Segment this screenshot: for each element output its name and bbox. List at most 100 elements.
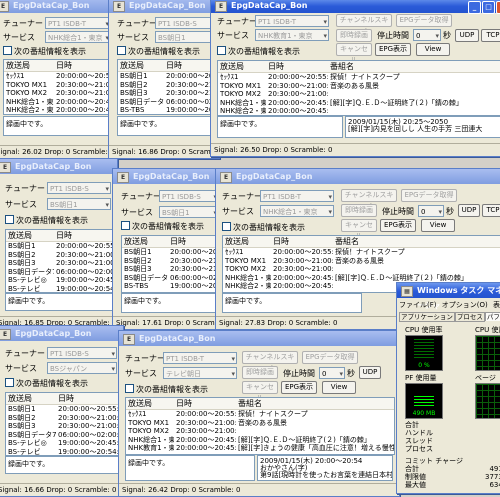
- list-item[interactable]: BS朝日220:30:00～21:00:00: [6, 414, 120, 423]
- list-item[interactable]: BS朝日データ75...06:00:00～02:00:00: [122, 274, 223, 283]
- timeshift-button[interactable]: 即時録画: [341, 204, 377, 217]
- list-item[interactable]: BS朝日120:00:00～20:55:00: [122, 248, 223, 257]
- service-list[interactable]: 放送局 日時 番組名 ｾｯｸｽ120:00:00～20:55:00探偵！ナイトスクー…: [125, 397, 395, 455]
- channel-scan-button[interactable]: チャンネルスキャン: [336, 14, 392, 35]
- list-item[interactable]: BS朝日220:30:00～21:00:00: [118, 81, 219, 90]
- channel-scan-button[interactable]: チャンネルスキャン: [242, 351, 298, 372]
- next-program-checkbox[interactable]: 次の番組情報を表示: [5, 378, 88, 389]
- menu-options[interactable]: オプション(O): [442, 301, 488, 309]
- service-list[interactable]: 放送局 日時 ｾｯｸｽ120:00:00～20:55:00 TOKYO MX120…: [3, 59, 113, 115]
- next-program-checkbox[interactable]: 次の番組情報を表示: [222, 222, 305, 233]
- tuner-select[interactable]: PT1 ISDB-T: [163, 352, 237, 365]
- maximize-icon[interactable]: □: [482, 1, 495, 14]
- list-item[interactable]: TOKYO MX120:30:00～21:00:00音楽のある風景: [126, 419, 394, 428]
- service-select[interactable]: テレビ朝日: [163, 367, 237, 380]
- udp-button[interactable]: UDP: [458, 204, 480, 217]
- cancel-button[interactable]: キャンセル: [242, 381, 278, 402]
- tuner-select[interactable]: PT1 ISDB-S: [47, 182, 111, 195]
- cancel-button[interactable]: キャンセル: [341, 219, 377, 240]
- cancel-button[interactable]: キャンセル: [336, 43, 372, 64]
- list-item[interactable]: TOKYO MX120:30:00～21:00:00音楽のある風景: [218, 82, 500, 91]
- tuner-select[interactable]: PT1 ISDB-T: [45, 17, 111, 30]
- service-list[interactable]: 放送局 日時 BS朝日120:00:00～20:55:00 BS朝日220:30:…: [121, 235, 223, 293]
- epg-view-button[interactable]: EPG表示: [375, 43, 411, 56]
- view-button[interactable]: View: [421, 219, 455, 232]
- list-item[interactable]: BS朝日120:00:00～20:55:00: [118, 72, 219, 81]
- tuner-select[interactable]: PT1 ISDB-S: [159, 190, 219, 203]
- list-item[interactable]: NHK総合2・東京20:00:00～20:45:00: [218, 107, 500, 115]
- list-item[interactable]: NHK総合2・東京20:00:00～20:45:00: [4, 106, 113, 114]
- list-item[interactable]: ｾｯｸｽ120:00:00～20:55:00探偵！ナイトスクープ: [223, 248, 500, 257]
- list-item[interactable]: TOKYO MX120:30:00～21:00:00音楽のある風景: [223, 257, 500, 266]
- tuner-select[interactable]: PT1 ISDB-S: [47, 347, 117, 360]
- title-bar[interactable]: E EpgDataCap_Bon: [119, 331, 399, 346]
- epg-get-button[interactable]: EPGデータ取得: [302, 351, 358, 364]
- list-item[interactable]: BS朝日データ75...06:00:00～02:00:00: [6, 268, 114, 277]
- list-item[interactable]: BS-テレビ19:00:00～20:54:00: [6, 448, 120, 456]
- next-program-checkbox[interactable]: 次の番組情報を表示: [117, 46, 200, 57]
- service-list[interactable]: 放送局 日時 BS朝日120:00:00～20:55:00 BS朝日220:30:…: [5, 392, 121, 456]
- tab-applications[interactable]: アプリケーション: [399, 312, 455, 322]
- title-bar[interactable]: E EpgDataCap_Bon: [109, 0, 219, 13]
- list-item[interactable]: BS-TBS19:00:00～20:45:00: [122, 282, 223, 291]
- stop-time-input[interactable]: 0: [319, 367, 345, 380]
- list-item[interactable]: BS朝日320:30:00～21:00:00: [6, 259, 114, 268]
- list-item[interactable]: ｾｯｸｽ120:00:00～20:55:00探偵！ナイトスクープ: [218, 73, 500, 82]
- tuner-select[interactable]: PT1 ISDB-S: [155, 17, 217, 30]
- list-item[interactable]: NHK教育1・東京20:00:00～20:45:00[解][字]きょうの健康「高…: [126, 444, 394, 453]
- list-item[interactable]: NHK総合1・東京20:00:00～20:45:00[解][字]Ｑ.Ｅ.Ｄ～証明…: [126, 436, 394, 445]
- view-button[interactable]: View: [322, 381, 356, 394]
- list-item[interactable]: ｾｯｸｽ120:00:00～20:55:00: [4, 72, 113, 81]
- timeshift-button[interactable]: 即時録画: [336, 29, 372, 42]
- list-item[interactable]: NHK総合1・東京20:00:00～20:45:00[解][字]Ｑ.Ｅ.Ｄ～証明…: [218, 99, 500, 108]
- list-item[interactable]: BS朝日120:00:00～20:55:00: [6, 242, 114, 251]
- list-item[interactable]: TOKYO MX120:30:00～21:00:00: [4, 81, 113, 90]
- epg-view-button[interactable]: EPG表示: [380, 219, 416, 232]
- tuner-select[interactable]: PT1 ISDB-T: [260, 190, 334, 203]
- channel-scan-button[interactable]: チャンネルスキャン: [341, 189, 397, 210]
- tcp-button[interactable]: TCP: [481, 29, 500, 42]
- service-select[interactable]: BS朝日1: [159, 206, 219, 219]
- service-select[interactable]: NHK総合1・東京: [45, 31, 111, 44]
- title-bar[interactable]: E EpgDataCap_Bon: [0, 0, 113, 13]
- list-item[interactable]: BS-テレビ◎19:00:00～20:45:00: [6, 439, 120, 448]
- next-program-checkbox[interactable]: 次の番組情報を表示: [217, 46, 300, 57]
- udp-button[interactable]: UDP: [359, 366, 381, 379]
- list-item[interactable]: BS朝日220:30:00～21:00:00: [122, 257, 223, 266]
- epg-get-button[interactable]: EPGデータ取得: [401, 189, 457, 202]
- epg-view-button[interactable]: EPG表示: [281, 381, 317, 394]
- list-item[interactable]: BS朝日220:30:00～21:00:00: [6, 251, 114, 260]
- list-item[interactable]: BS-テレビ◎19:00:00～20:45:00: [6, 276, 114, 285]
- next-program-checkbox[interactable]: 次の番組情報を表示: [5, 215, 88, 226]
- service-select[interactable]: BS朝日1: [47, 198, 111, 211]
- list-item[interactable]: BS-TBS19:00:00～20:45:00: [118, 106, 219, 114]
- view-button[interactable]: View: [416, 43, 450, 56]
- epg-get-button[interactable]: EPGデータ取得: [396, 14, 452, 27]
- title-bar[interactable]: E EpgDataCap_Bon: [0, 159, 117, 174]
- service-list[interactable]: 放送局 日時 BS朝日120:00:00～20:55:00 BS朝日220:30:…: [5, 229, 115, 293]
- title-bar[interactable]: E EpgDataCap_Bon _□×: [211, 0, 500, 14]
- list-item[interactable]: BS朝日320:30:00～21:00:00: [6, 422, 120, 431]
- next-program-checkbox[interactable]: 次の番組情報を表示: [121, 221, 204, 232]
- tcp-button[interactable]: TCP: [482, 204, 500, 217]
- list-item[interactable]: BS朝日120:00:00～20:55:00: [6, 405, 120, 414]
- minimize-icon[interactable]: _: [468, 1, 481, 14]
- list-item[interactable]: NHK総合1・東京20:00:00～20:45:00: [4, 98, 113, 107]
- next-program-checkbox[interactable]: 次の番組情報を表示: [125, 384, 208, 395]
- tuner-select[interactable]: PT1 ISDB-T: [255, 15, 329, 28]
- list-item[interactable]: TOKYO MX220:30:00～21:00:00: [223, 265, 500, 274]
- service-select[interactable]: NHK総合1・東京: [260, 205, 334, 218]
- tab-performance[interactable]: パフォーマンス: [484, 312, 500, 321]
- list-item[interactable]: TOKYO MX220:30:00～21:00:00: [4, 89, 113, 98]
- service-list[interactable]: 放送局 日時 BS朝日120:00:00～20:55:00 BS朝日220:30:…: [117, 59, 219, 115]
- list-item[interactable]: BS朝日320:30:00～21:00:00: [118, 89, 219, 98]
- tab-processes[interactable]: プロセス: [454, 312, 485, 322]
- timeshift-button[interactable]: 即時録画: [242, 366, 278, 379]
- list-item[interactable]: BS朝日320:30:00～21:00:00: [122, 265, 223, 274]
- next-program-checkbox[interactable]: 次の番組情報を表示: [3, 46, 86, 57]
- title-bar[interactable]: ▦ Windows タスク マネージャ: [397, 283, 500, 310]
- title-bar[interactable]: E EpgDataCap_Bon: [0, 326, 123, 341]
- menu-view[interactable]: 表示: [493, 301, 500, 309]
- stop-time-input[interactable]: 0: [413, 29, 441, 42]
- service-select[interactable]: BSジャパン: [47, 362, 117, 375]
